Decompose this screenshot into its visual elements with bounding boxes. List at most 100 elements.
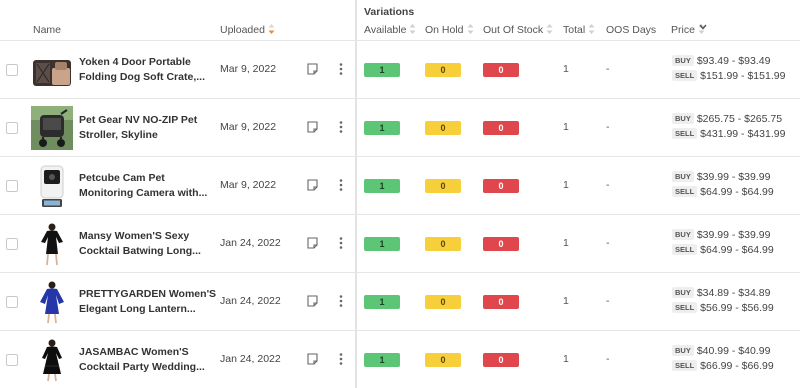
table-row[interactable]: Mansy Women'S Sexy Cocktail Batwing Long… [0, 215, 800, 273]
buy-price: BUY $39.99 - $39.99 [672, 229, 770, 241]
buy-tag: BUY [672, 345, 694, 356]
row-checkbox[interactable] [6, 64, 18, 76]
product-thumbnail[interactable] [31, 280, 73, 324]
oos-days: - [606, 63, 610, 75]
sell-tag: SELL [672, 70, 698, 81]
out-of-stock-badge[interactable]: 0 [483, 353, 519, 367]
buy-price: BUY $39.99 - $39.99 [672, 171, 770, 183]
buy-tag: BUY [672, 113, 694, 124]
table-row[interactable]: PRETTYGARDEN Women'S Elegant Long Lanter… [0, 273, 800, 331]
column-total-header[interactable]: Total [563, 24, 595, 36]
note-icon[interactable] [307, 121, 318, 133]
more-options-icon[interactable] [335, 352, 347, 366]
on-hold-badge[interactable]: 0 [425, 121, 461, 135]
out-of-stock-badge[interactable]: 0 [483, 63, 519, 77]
upload-date: Jan 24, 2022 [220, 295, 281, 307]
product-title[interactable]: Yoken 4 Door Portable Folding Dog Soft C… [79, 55, 219, 85]
available-badge[interactable]: 1 [364, 353, 400, 367]
sell-price: SELL $64.99 - $64.99 [672, 244, 774, 256]
buy-price: BUY $93.49 - $93.49 [672, 55, 770, 67]
sort-icon[interactable] [409, 24, 416, 34]
product-title[interactable]: JASAMBAC Women'S Cocktail Party Wedding.… [79, 345, 219, 375]
chevron-down-icon[interactable] [699, 24, 707, 30]
available-badge[interactable]: 1 [364, 179, 400, 193]
column-available-header[interactable]: Available [364, 24, 416, 36]
sort-desc-icon[interactable] [268, 24, 275, 34]
out-of-stock-badge[interactable]: 0 [483, 121, 519, 135]
sort-icon[interactable] [467, 24, 474, 34]
sort-icon[interactable] [588, 24, 595, 34]
product-thumbnail[interactable] [31, 338, 73, 382]
note-icon[interactable] [307, 295, 318, 307]
more-options-icon[interactable] [335, 178, 347, 192]
on-hold-badge[interactable]: 0 [425, 295, 461, 309]
sell-tag: SELL [672, 302, 698, 313]
column-oos-days-header[interactable]: OOS Days [606, 24, 656, 36]
buy-price: BUY $265.75 - $265.75 [672, 113, 782, 125]
table-row[interactable]: Pet Gear NV NO-ZIP Pet Stroller, Skyline… [0, 99, 800, 157]
table-row[interactable]: Petcube Cam Pet Monitoring Camera with..… [0, 157, 800, 215]
available-badge[interactable]: 1 [364, 63, 400, 77]
total-count: 1 [563, 295, 569, 307]
column-price-header[interactable]: Price [671, 24, 707, 36]
product-title[interactable]: PRETTYGARDEN Women'S Elegant Long Lanter… [79, 287, 219, 317]
note-icon[interactable] [307, 179, 318, 191]
table-row[interactable]: JASAMBAC Women'S Cocktail Party Wedding.… [0, 331, 800, 388]
more-options-icon[interactable] [335, 294, 347, 308]
total-count: 1 [563, 237, 569, 249]
row-checkbox[interactable] [6, 354, 18, 366]
more-options-icon[interactable] [335, 236, 347, 250]
more-options-icon[interactable] [335, 120, 347, 134]
column-name-header[interactable]: Name [33, 24, 61, 36]
note-icon[interactable] [307, 353, 318, 365]
row-checkbox[interactable] [6, 238, 18, 250]
product-title[interactable]: Petcube Cam Pet Monitoring Camera with..… [79, 171, 219, 201]
out-of-stock-badge[interactable]: 0 [483, 295, 519, 309]
oos-days: - [606, 237, 610, 249]
buy-tag: BUY [672, 55, 694, 66]
on-hold-badge[interactable]: 0 [425, 63, 461, 77]
product-thumbnail[interactable] [31, 164, 73, 208]
more-options-icon[interactable] [335, 62, 347, 76]
available-badge[interactable]: 1 [364, 237, 400, 251]
upload-date: Mar 9, 2022 [220, 121, 277, 133]
sort-icon[interactable] [546, 24, 553, 34]
total-count: 1 [563, 179, 569, 191]
sell-tag: SELL [672, 244, 698, 255]
buy-tag: BUY [672, 171, 694, 182]
on-hold-badge[interactable]: 0 [425, 353, 461, 367]
upload-date: Mar 9, 2022 [220, 63, 277, 75]
total-count: 1 [563, 353, 569, 365]
variations-group-header: Variations [364, 6, 415, 18]
row-checkbox[interactable] [6, 122, 18, 134]
table-row[interactable]: Yoken 4 Door Portable Folding Dog Soft C… [0, 41, 800, 99]
column-on-hold-header[interactable]: On Hold [425, 24, 474, 36]
sell-price: SELL $151.99 - $151.99 [672, 70, 785, 82]
on-hold-badge[interactable]: 0 [425, 237, 461, 251]
note-icon[interactable] [307, 237, 318, 249]
oos-days: - [606, 295, 610, 307]
product-thumbnail[interactable] [31, 106, 73, 150]
available-badge[interactable]: 1 [364, 295, 400, 309]
sell-price: SELL $56.99 - $56.99 [672, 302, 774, 314]
oos-days: - [606, 353, 610, 365]
out-of-stock-badge[interactable]: 0 [483, 237, 519, 251]
product-title[interactable]: Pet Gear NV NO-ZIP Pet Stroller, Skyline [79, 113, 219, 143]
product-thumbnail[interactable] [31, 48, 73, 92]
on-hold-badge[interactable]: 0 [425, 179, 461, 193]
row-checkbox[interactable] [6, 180, 18, 192]
oos-days: - [606, 121, 610, 133]
note-icon[interactable] [307, 63, 318, 75]
out-of-stock-badge[interactable]: 0 [483, 179, 519, 193]
product-title[interactable]: Mansy Women'S Sexy Cocktail Batwing Long… [79, 229, 219, 259]
sell-price: SELL $66.99 - $66.99 [672, 360, 774, 372]
table-header: Name Uploaded Variations Available On Ho… [0, 0, 800, 41]
buy-tag: BUY [672, 287, 694, 298]
column-out-of-stock-header[interactable]: Out Of Stock [483, 24, 553, 36]
product-thumbnail[interactable] [31, 222, 73, 266]
upload-date: Jan 24, 2022 [220, 353, 281, 365]
available-badge[interactable]: 1 [364, 121, 400, 135]
oos-days: - [606, 179, 610, 191]
column-uploaded-header[interactable]: Uploaded [220, 24, 275, 36]
row-checkbox[interactable] [6, 296, 18, 308]
